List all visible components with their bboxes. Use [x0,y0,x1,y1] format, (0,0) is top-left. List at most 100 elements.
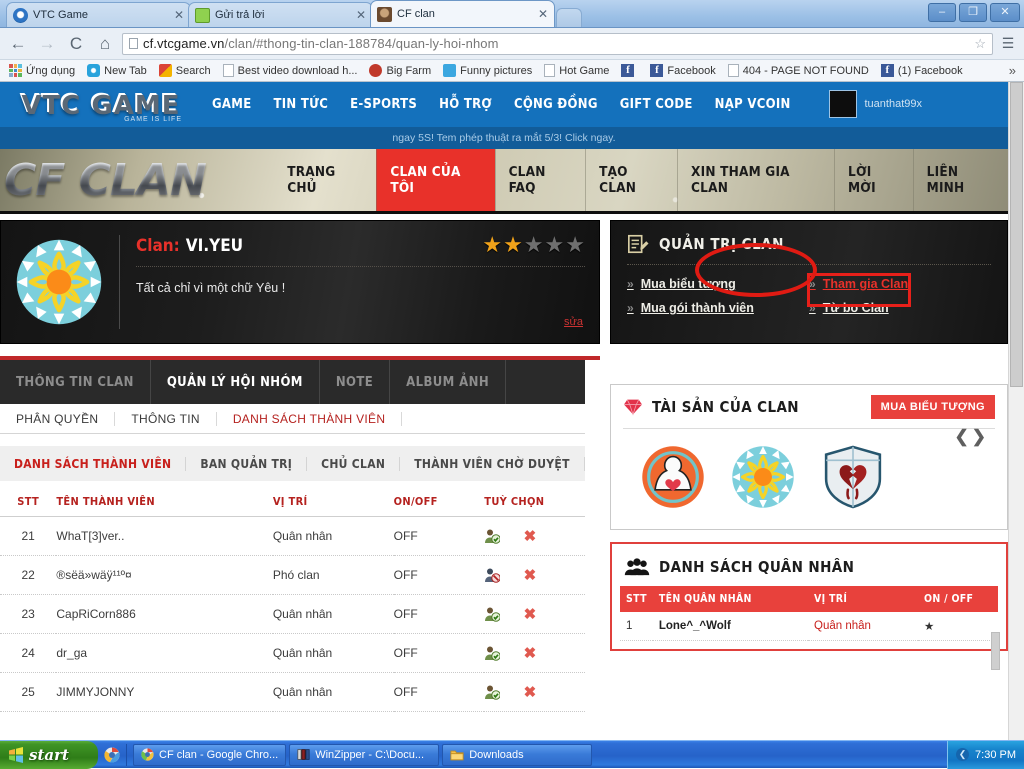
approve-user-icon[interactable] [484,684,501,700]
maximize-button[interactable]: ❐ [959,3,987,22]
search-icon [158,64,172,77]
tab-close-icon[interactable]: ✕ [170,8,184,22]
vtc-nav-gift-code[interactable]: GIFT CODE [620,97,693,112]
tray-expand-icon[interactable]: ❮ [956,748,970,761]
vtc-nav-nap-vcoin[interactable]: NẠP VCOIN [715,97,791,112]
approve-user-icon[interactable] [484,528,501,544]
bookmark-label: Hot Game [559,64,610,77]
clan-nav-lien-minh[interactable]: LIÊN MINH [912,149,1008,211]
bookmark-404[interactable]: 404 - PAGE NOT FOUND [723,63,874,78]
chrome-quicklaunch-icon[interactable] [104,747,120,763]
clan-info-divider [119,235,120,329]
tab-quan-ly-hoi-nhom[interactable]: QUẢN LÝ HỘI NHÓM [151,360,320,404]
bookmark-facebook-3[interactable]: f (1) Facebook [876,63,968,78]
vtc-logo[interactable]: VTC GAME GAME IS LIFE [0,82,200,127]
start-button[interactable]: start [0,740,98,769]
remove-user-icon[interactable]: ✖ [524,528,537,545]
browser-tab-0[interactable]: VTC Game ✕ [6,2,191,27]
admin-link-tham-gia-clan[interactable]: » Tham gia Clan [809,277,991,291]
vtc-nav-esports[interactable]: E-SPORTS [350,97,417,112]
vtc-nav-cong-dong[interactable]: CỘNG ĐỒNG [514,97,598,112]
filter-chu-clan[interactable]: CHỦ CLAN [307,456,401,471]
vtc-nav-game[interactable]: GAME [212,97,251,112]
address-bar[interactable]: cf.vtcgame.vn/clan/#thong-tin-clan-18878… [122,32,993,55]
bookmark-facebook-2[interactable]: f Facebook [645,63,720,78]
primary-tabs: THÔNG TIN CLAN QUẢN LÝ HỘI NHÓM NOTE ALB… [0,360,585,404]
admin-link-tu-bo-clan[interactable]: » Từ bo Clan [809,301,991,315]
remove-user-icon[interactable]: ✖ [524,684,537,701]
clan-nav-trang-chu[interactable]: TRANG CHỦ [274,149,376,211]
user-account-area[interactable]: tuanthat99x [828,90,922,118]
vtc-nav-tin-tuc[interactable]: TIN TỨC [273,97,328,112]
buy-emblem-button[interactable]: MUA BIỂU TƯỢNG [870,395,995,419]
bookmark-apps[interactable]: Ứng dụng [4,63,80,78]
bookmarks-overflow-icon[interactable]: » [1009,63,1020,78]
bookmark-facebook-1[interactable]: f [616,63,643,78]
clan-nav-clan-cua-toi[interactable]: CLAN CỦA TÔI [376,149,495,211]
tab-album-anh[interactable]: ALBUM ẢNH [390,360,507,404]
forward-button[interactable]: → [35,32,59,56]
bookmark-big-farm[interactable]: Big Farm [364,63,436,78]
clan-info-body: Clan: VI.YEU ★ ★ ★ ★ ★ Tất cả chỉ vì một… [136,234,585,328]
admin-link-mua-bieu-tuong[interactable]: » Mua biểu tượng [627,277,809,291]
block-user-icon[interactable] [484,567,501,583]
bookmark-hot-game[interactable]: Hot Game [539,63,614,78]
bookmark-label: Facebook [667,64,716,77]
taskbar-item-chrome[interactable]: CF clan - Google Chro... [133,743,287,766]
chrome-menu-icon[interactable]: ☰ [998,35,1018,52]
tab-note[interactable]: NOTE [320,360,391,404]
browser-tab-2[interactable]: CF clan ✕ [370,0,555,27]
prev-arrow-icon[interactable]: ❮ [955,427,972,446]
cf-clan-logo[interactable]: CF CLAN [0,149,274,211]
window-controls: – ❐ ✕ [928,3,1020,22]
subtab-phan-quyen[interactable]: PHÂN QUYỀN [0,411,116,426]
bookmark-funny-pictures[interactable]: Funny pictures [438,63,537,78]
promo-ticker[interactable]: ngay 5S! Tem phép thuật ra mắt 5/3! Clic… [0,127,1008,149]
back-button[interactable]: ← [6,32,30,56]
vtc-nav-ho-tro[interactable]: HỖ TRỢ [439,97,492,112]
subtab-thong-tin[interactable]: THÔNG TIN [115,411,217,426]
approve-user-icon[interactable] [484,645,501,661]
taskbar-item-winzipper[interactable]: WinZipper - C:\Docu... [289,743,440,766]
next-arrow-icon[interactable]: ❯ [972,427,989,446]
browser-tab-1[interactable]: Gửi trả lời ✕ [188,2,373,27]
tab-thong-tin-clan[interactable]: THÔNG TIN CLAN [0,360,151,404]
subtab-danh-sach-thanh-vien[interactable]: DANH SÁCH THÀNH VIÊN [217,411,403,426]
clan-admin-title: QUẢN TRỊ CLAN [659,235,784,253]
home-icon[interactable]: ⌂ [93,32,117,56]
filter-ban-quan-tri[interactable]: BAN QUẢN TRỊ [186,456,308,471]
filter-danh-sach-thanh-vien[interactable]: DANH SÁCH THÀNH VIÊN [0,456,187,471]
bookmark-search[interactable]: Search [154,63,216,78]
admin-link-mua-goi-thanh-vien[interactable]: » Mua gói thành viên [627,301,809,315]
soldier-list-scrollbar[interactable] [991,632,1000,670]
reload-icon[interactable]: C [64,32,88,56]
minimize-button[interactable]: – [928,3,956,22]
remove-user-icon[interactable]: ✖ [524,567,537,584]
clan-nav-tao-clan[interactable]: TẠO CLAN [585,149,677,211]
bookmark-new-tab[interactable]: New Tab [82,63,152,78]
page-scrollbar[interactable] [1008,82,1024,740]
clan-nav-xin-tham-gia-clan[interactable]: XIN THAM GIA CLAN [677,149,834,211]
sun-burst-emblem[interactable] [731,445,795,509]
new-tab-button[interactable] [556,8,582,27]
member-filter-bar: DANH SÁCH THÀNH VIÊN BAN QUẢN TRỊ CHỦ CL… [0,446,585,481]
filter-thanh-vien-cho-duyet[interactable]: THÀNH VIÊN CHỜ DUYỆT [400,456,585,471]
tab-close-icon[interactable]: ✕ [352,8,366,22]
clan-assets-row: ❮❯ [623,427,995,519]
taskbar-clock[interactable]: 7:30 PM [975,749,1016,761]
angel-heart-emblem[interactable] [641,445,705,509]
bookmark-star-icon[interactable]: ☆ [974,36,986,52]
clan-nav-clan-faq[interactable]: CLAN FAQ [494,149,586,211]
page-scrollbar-thumb[interactable] [1010,82,1023,387]
close-button[interactable]: ✕ [990,3,1020,22]
remove-user-icon[interactable]: ✖ [524,606,537,623]
edit-clan-link[interactable]: sửa [564,316,583,328]
taskbar-item-downloads[interactable]: Downloads [442,743,593,766]
approve-user-icon[interactable] [484,606,501,622]
bigfarm-icon [369,64,383,77]
tab-close-icon[interactable]: ✕ [534,7,548,21]
clan-nav-loi-moi[interactable]: LỜI MỜI [834,149,913,211]
broken-heart-shield-emblem[interactable] [821,445,885,509]
remove-user-icon[interactable]: ✖ [524,645,537,662]
bookmark-best-video[interactable]: Best video download h... [218,63,363,78]
